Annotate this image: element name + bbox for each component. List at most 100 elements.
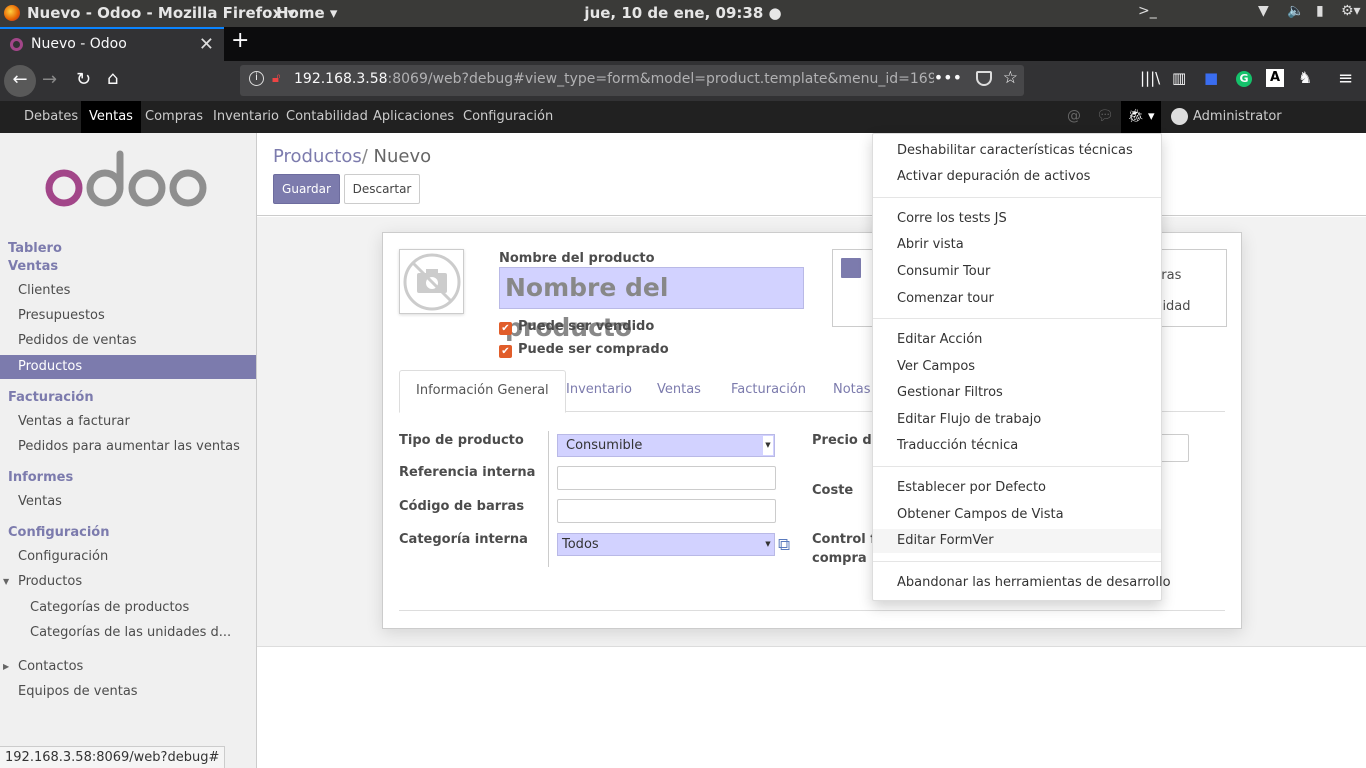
sidebar-icon[interactable]: ▥ bbox=[1172, 69, 1186, 87]
grammarly-icon[interactable]: G bbox=[1236, 71, 1252, 87]
menu-divider bbox=[873, 318, 1161, 319]
sidebar-item-equipos-de-ventas[interactable]: Equipos de ventas bbox=[0, 680, 256, 704]
archive-icon[interactable] bbox=[841, 258, 861, 278]
menu-inventario[interactable]: Inventario bbox=[205, 101, 287, 133]
debug-view-fields[interactable]: Ver Campos bbox=[873, 355, 1161, 379]
sidebar-section-tablero[interactable]: Tablero bbox=[8, 241, 62, 256]
sidebar-item-productos[interactable]: Productos bbox=[0, 355, 256, 379]
back-button-icon[interactable]: ← bbox=[4, 65, 36, 97]
sidebar-item-contactos[interactable]: ▶ Contactos bbox=[0, 655, 256, 679]
chat-icon[interactable]: 💬︎ bbox=[1096, 108, 1114, 124]
sidebar-item-pedidos-de-ventas[interactable]: Pedidos de ventas bbox=[0, 329, 256, 353]
url-text[interactable]: 192.168.3.58:8069/web?debug#view_type=fo… bbox=[294, 71, 934, 87]
debug-run-js-tests[interactable]: Corre los tests JS bbox=[873, 207, 1161, 231]
sidebar-item-informes-ventas[interactable]: Ventas bbox=[0, 490, 256, 514]
breadcrumb-productos[interactable]: Productos bbox=[273, 146, 362, 167]
power-menu-icon[interactable]: ⚙▾ bbox=[1341, 3, 1361, 19]
product-name-input[interactable]: Nombre del producto bbox=[499, 267, 804, 342]
tab-informacion-general[interactable]: Información General bbox=[399, 370, 566, 413]
sidebar-item-configuracion[interactable]: Configuración bbox=[0, 545, 256, 569]
menu-compras[interactable]: Compras bbox=[137, 101, 211, 133]
save-button[interactable]: Guardar bbox=[273, 174, 340, 204]
debug-technical-translation[interactable]: Traducción técnica bbox=[873, 434, 1161, 458]
menu-debates[interactable]: Debates bbox=[16, 101, 86, 133]
browser-tab[interactable]: Nuevo - Odoo ✕ bbox=[0, 27, 224, 61]
can-be-sold-checkbox[interactable]: ✔ Puede ser vendido bbox=[499, 319, 654, 335]
menu-ventas[interactable]: Ventas bbox=[81, 101, 141, 133]
tab-facturacion[interactable]: Facturación bbox=[715, 370, 822, 412]
lock-extension-icon[interactable]: ■ bbox=[1204, 69, 1218, 87]
form-view-area: Nombre del producto Nombre del producto … bbox=[257, 217, 1366, 647]
sidebar-item-upsell[interactable]: Pedidos para aumentar las ventas bbox=[0, 435, 256, 459]
tab-ventas[interactable]: Ventas bbox=[641, 370, 717, 412]
extension-a-icon[interactable]: A bbox=[1266, 69, 1284, 87]
sidebar-section-ventas[interactable]: Ventas bbox=[8, 259, 58, 274]
extension-bird-icon[interactable]: ♞ bbox=[1298, 68, 1312, 87]
url-host: 192.168.3.58 bbox=[294, 71, 388, 87]
sidebar-section-informes[interactable]: Informes bbox=[8, 470, 73, 485]
page-actions-icon[interactable]: ••• bbox=[934, 68, 962, 87]
home-menu[interactable]: Home ▾ bbox=[276, 4, 337, 22]
site-info-icon[interactable]: i bbox=[249, 71, 264, 86]
tab-inventario[interactable]: Inventario bbox=[550, 370, 648, 412]
menu-configuracion[interactable]: Configuración bbox=[455, 101, 561, 133]
browser-tab-strip: Nuevo - Odoo ✕ + bbox=[0, 27, 1366, 61]
url-bar[interactable]: i 🔓︎ 192.168.3.58:8069/web?debug#view_ty… bbox=[240, 65, 1024, 96]
sidebar-section-facturacion[interactable]: Facturación bbox=[8, 390, 94, 405]
debug-edit-action[interactable]: Editar Acción bbox=[873, 328, 1161, 352]
reload-icon[interactable]: ↻ bbox=[76, 69, 91, 90]
sidebar-item-config-productos[interactable]: ▼ Productos bbox=[0, 570, 256, 594]
hamburger-menu-icon[interactable]: ≡ bbox=[1338, 68, 1353, 89]
barcode-input[interactable] bbox=[557, 499, 776, 523]
sidebar-item-categorias-productos[interactable]: Categorías de productos bbox=[0, 596, 256, 620]
internal-category-select[interactable]: Todos ▼ bbox=[557, 533, 775, 556]
insecure-lock-icon[interactable]: 🔓︎ bbox=[272, 71, 280, 86]
wifi-icon[interactable]: ▼ bbox=[1258, 3, 1269, 19]
avatar bbox=[1171, 108, 1188, 125]
library-icon[interactable]: |||\ bbox=[1140, 69, 1160, 87]
debug-disable-technical-features[interactable]: Deshabilitar características técnicas bbox=[873, 139, 1161, 163]
external-link-icon[interactable]: ⧉ bbox=[778, 535, 790, 555]
odoo-logo bbox=[45, 150, 207, 207]
debug-get-view-fields[interactable]: Obtener Campos de Vista bbox=[873, 503, 1161, 527]
debug-consume-tour[interactable]: Consumir Tour bbox=[873, 260, 1161, 284]
terminal-icon[interactable]: >_ bbox=[1138, 3, 1157, 19]
can-be-purchased-checkbox[interactable]: ✔ Puede ser comprado bbox=[499, 342, 669, 358]
home-icon[interactable]: ⌂ bbox=[107, 68, 118, 89]
sale-price-label: Precio de bbox=[812, 433, 881, 448]
menu-aplicaciones[interactable]: Aplicaciones bbox=[365, 101, 462, 133]
pocket-icon[interactable] bbox=[976, 71, 992, 86]
forward-button-icon[interactable]: → bbox=[42, 69, 57, 90]
debug-activate-assets[interactable]: Activar depuración de activos bbox=[873, 165, 1161, 189]
active-app-menu[interactable]: Nuevo - Odoo - Mozilla Firefox ▾ bbox=[27, 4, 295, 22]
product-type-select[interactable]: Consumible ▼ bbox=[557, 434, 775, 457]
debug-edit-formview[interactable]: Editar FormVer bbox=[873, 529, 1161, 553]
volume-icon[interactable]: 🔈 bbox=[1287, 3, 1304, 19]
sidebar-item-clientes[interactable]: Clientes bbox=[0, 279, 256, 303]
link-status-bar: 192.168.3.58:8069/web?debug# bbox=[0, 746, 226, 768]
internal-ref-label: Referencia interna bbox=[399, 465, 536, 480]
sidebar-item-categorias-unidades[interactable]: Categorías de las unidades d... bbox=[0, 621, 256, 645]
sidebar-section-configuracion[interactable]: Configuración bbox=[8, 525, 109, 540]
debug-menu-button[interactable]: 🐞︎ ▾ bbox=[1121, 101, 1161, 133]
battery-icon[interactable]: ▮ bbox=[1316, 3, 1324, 19]
debug-set-defaults[interactable]: Establecer por Defecto bbox=[873, 476, 1161, 500]
new-tab-icon[interactable]: + bbox=[231, 28, 249, 53]
bookmark-star-icon[interactable]: ☆ bbox=[1003, 68, 1018, 88]
product-image-field[interactable] bbox=[399, 249, 464, 314]
close-tab-icon[interactable]: ✕ bbox=[199, 34, 214, 55]
debug-dropdown-menu: Deshabilitar características técnicas Ac… bbox=[872, 133, 1171, 601]
debug-start-tour[interactable]: Comenzar tour bbox=[873, 287, 1161, 311]
sidebar-item-presupuestos[interactable]: Presupuestos bbox=[0, 304, 256, 328]
mention-icon[interactable]: @ bbox=[1067, 108, 1081, 124]
user-menu[interactable]: Administrator (empresa... ▾ bbox=[1171, 101, 1366, 156]
internal-ref-input[interactable] bbox=[557, 466, 776, 490]
debug-leave-developer-tools[interactable]: Abandonar las herramientas de desarrollo bbox=[873, 571, 1171, 595]
menu-contabilidad[interactable]: Contabilidad bbox=[278, 101, 376, 133]
debug-manage-filters[interactable]: Gestionar Filtros bbox=[873, 381, 1161, 405]
system-clock[interactable]: jue, 10 de ene, 09:38 ● bbox=[584, 4, 781, 22]
debug-open-view[interactable]: Abrir vista bbox=[873, 233, 1161, 257]
debug-edit-workflow[interactable]: Editar Flujo de trabajo bbox=[873, 408, 1161, 432]
sidebar-item-ventas-a-facturar[interactable]: Ventas a facturar bbox=[0, 410, 256, 434]
discard-button[interactable]: Descartar bbox=[344, 174, 420, 204]
